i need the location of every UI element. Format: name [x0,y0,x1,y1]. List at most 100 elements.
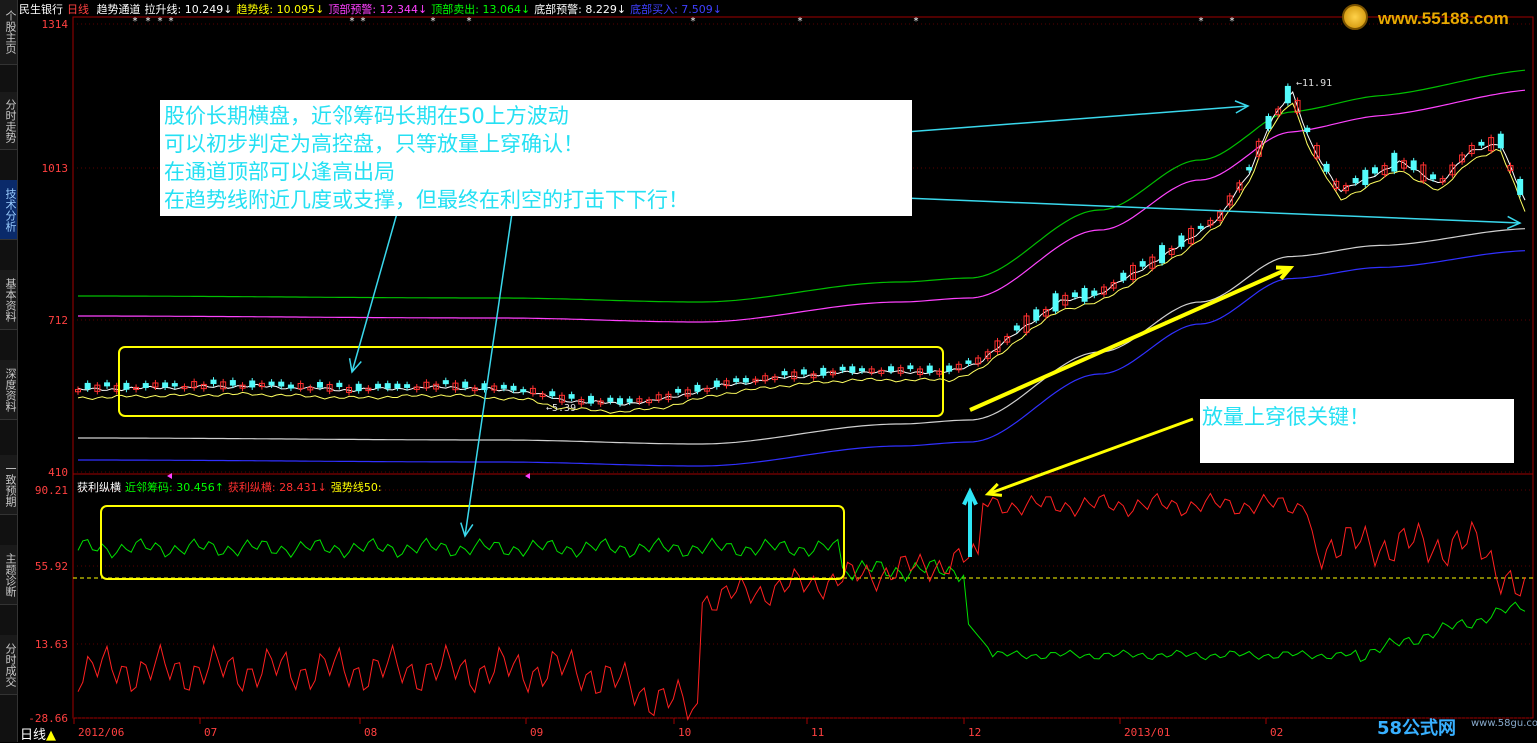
candle-body [858,368,865,372]
arrow-uptrend [969,266,1291,412]
candle-body [1410,160,1417,171]
signal-star-icon: * [798,16,803,27]
stock-name[interactable]: 民生银行 [19,3,63,16]
arrow-breakout [987,417,1194,496]
candle-body [84,382,91,390]
y-tick-lower: 90.21 [35,484,68,497]
candle-body [1478,141,1485,146]
candle-body [1497,133,1504,149]
candle-body [1304,127,1311,133]
annotation-line-0: 股价长期横盘，近邻筹码长期在50上方波动 [164,104,569,128]
candle-body [375,383,382,389]
signal-star-icon: * [1199,16,1204,27]
candle-body [607,397,614,402]
candle-body [1197,225,1204,229]
candle-body [713,380,720,388]
x-tick-label: 11 [811,726,824,739]
candle-body [249,380,256,388]
candle-body [1246,167,1253,171]
candle-body [1265,115,1272,129]
logo-bottom-small: www.58gu.com [1471,718,1537,729]
lower-indicator-0: 获利纵横 [77,481,121,494]
signal-star-icon: * [158,16,163,27]
period-switch-label: 日线 [20,728,47,743]
signal-star-icon: * [361,16,366,27]
signal-star-icon: * [350,16,355,27]
period-switch[interactable]: 日线▲ [20,724,56,743]
candle-body [1159,245,1166,264]
signal-star-icon: * [133,16,138,27]
candle-body [210,379,217,385]
indicator-header: 民生银行 日线 趋势通道 拉升线: 10.249↓ 趋势线: 10.095↓ 顶部预警:… [19,1,730,16]
annotation-box-1: 股价长期横盘，近邻筹码长期在50上方波动 可以初步判定为高控盘，只等放量上穿确认！… [160,100,912,216]
signal-star-icon: * [1230,16,1235,27]
logo-text: www.55188.com [1378,9,1509,28]
candle-body [123,382,130,390]
signal-star-icon: * [914,16,919,27]
lower-indicator-1: 近邻筹码: 30.456↑ [125,481,224,494]
top-indicator-3: 顶部预警: 12.344↓ [328,3,428,16]
signal-star-icon: * [467,16,472,27]
candle-body [1013,325,1020,331]
candle-body [520,389,527,393]
period-label[interactable]: 日线 [67,3,89,16]
highlight-box-chips [100,505,845,580]
profit-line [77,492,1526,721]
candle-body [800,369,807,375]
candle-body [1371,167,1378,174]
candle-body [1052,293,1059,312]
caret-up-icon: ▲ [46,728,57,743]
candle-body [549,391,556,397]
top-indicator-1: 拉升线: 10.249↓ [144,3,233,16]
candle-body [907,365,914,370]
candle-body [500,384,507,389]
candle-body [733,378,740,383]
candle-body [1391,152,1398,172]
candle-body [1091,290,1098,296]
top-indicator-4: 顶部卖出: 13.064↓ [431,3,531,16]
annotation-line-1: 可以初步判定为高控盘，只等放量上穿确认！ [164,132,584,156]
signal-star-icon: * [169,16,174,27]
candle-body [316,382,323,388]
signal-star-icon: * [691,16,696,27]
candle-body [1139,261,1146,267]
candle-body [510,385,517,391]
x-tick-label: 09 [530,726,543,739]
x-tick-label: 2012/06 [78,726,124,739]
candle-body [268,381,275,386]
y-tick-lower: 13.63 [35,638,68,651]
candle-body [442,380,449,385]
x-tick-label: 12 [968,726,981,739]
candle-body [675,388,682,393]
candle-body [229,380,236,386]
candle-body [1284,85,1291,104]
y-tick-upper: 1314 [42,18,69,31]
candle-body [1362,169,1369,186]
candle-body [888,366,895,372]
signal-star-icon: * [431,16,436,27]
top-indicator-6: 底部买入: 7.509↓ [630,3,723,16]
candle-body [278,381,285,387]
candle-body [587,395,594,404]
candle-body [1178,235,1185,247]
x-tick-label: 07 [204,726,217,739]
top-indicator-5: 底部预警: 8.229↓ [534,3,627,16]
candle-body [1120,272,1127,281]
lower-indicator-header: 获利纵横 近邻筹码: 30.456↑ 获利纵横: 28.431↓ 强势线50: [77,479,386,495]
x-tick-label: 10 [678,726,691,739]
candle-body [336,382,343,388]
candle-body [946,365,953,372]
arrow-to-trend-line [829,194,1521,224]
candle-body [1081,287,1088,302]
lower-indicator-3: 强势线50: [330,481,382,494]
watermark-logo-bottom: 58公式网 www.58gu.com [1375,712,1537,740]
annotation-box-2: 放量上穿很关键！ [1200,399,1514,463]
signal-star-icon: * [146,16,151,27]
watermark-logo-top: www.55188.com [1340,2,1530,34]
candle-body [142,383,149,389]
candle-body [926,365,933,373]
candle-body [1352,178,1359,184]
candle-body [781,371,788,376]
low-price-label: ←5.39 [546,403,576,414]
x-tick-label: 2013/01 [1124,726,1170,739]
